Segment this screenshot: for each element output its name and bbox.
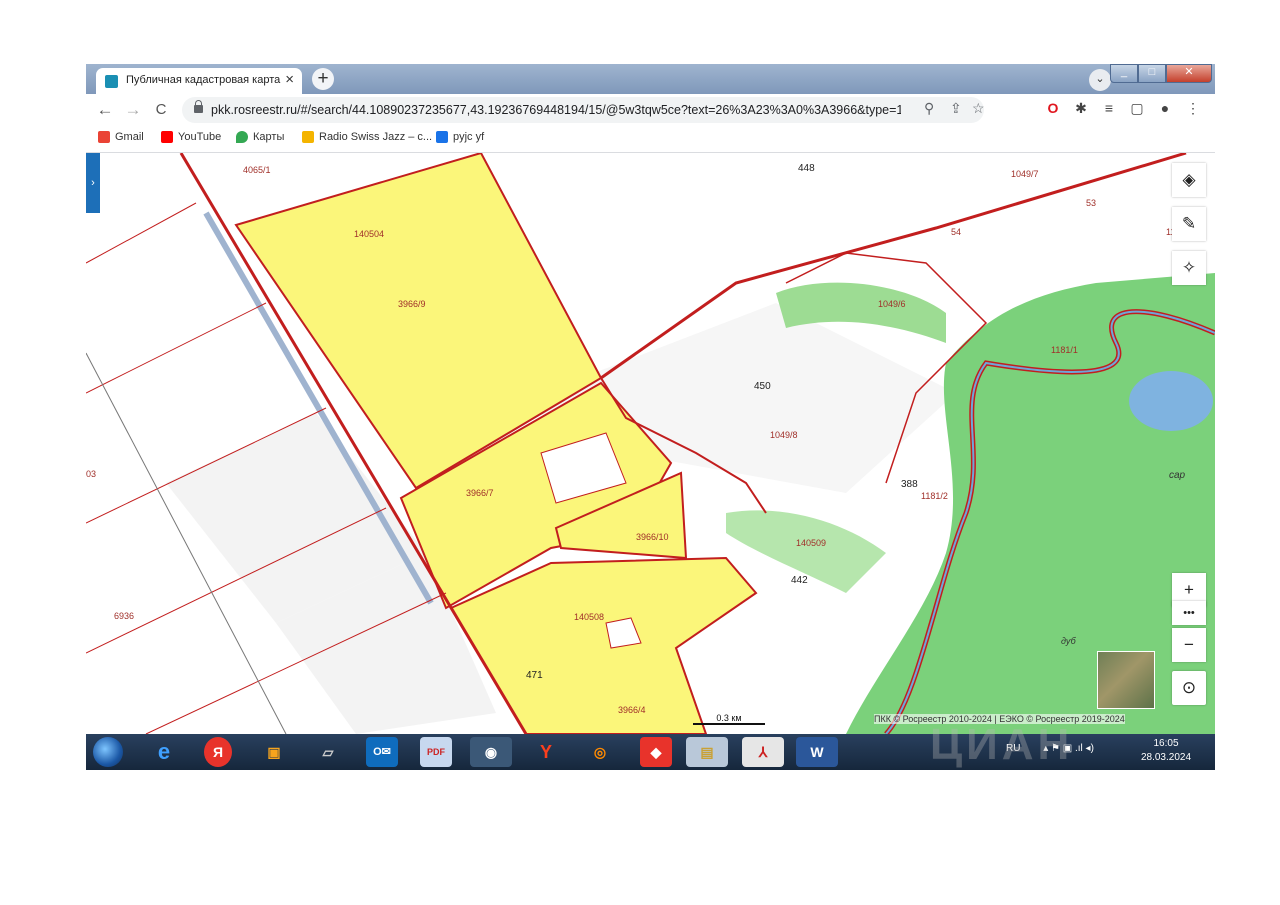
- maximize-button[interactable]: □: [1138, 64, 1166, 83]
- parcel-label: 3966/9: [398, 299, 426, 309]
- anydesk-icon[interactable]: ◆: [640, 737, 672, 767]
- parcel-label: 1181/2: [921, 491, 948, 501]
- word-icon[interactable]: W: [796, 737, 838, 767]
- tab-title: Публичная кадастровая карта: [126, 74, 281, 86]
- search-icon[interactable]: ⚲: [924, 100, 934, 117]
- parcel-label: 450: [754, 381, 771, 392]
- youtube-icon: [161, 131, 173, 143]
- side-panel-icon[interactable]: ▢: [1128, 100, 1146, 117]
- compass-icon[interactable]: ⊙: [1172, 671, 1206, 705]
- chrome-icon[interactable]: ◉: [470, 737, 512, 767]
- rosreestr-favicon-icon: [105, 75, 118, 88]
- new-tab-button[interactable]: +: [312, 68, 334, 90]
- radio-play-icon: [302, 131, 314, 143]
- parcel-label: 1049/7: [1011, 169, 1039, 179]
- pdf-viewer-icon[interactable]: PDF: [420, 737, 452, 767]
- parcel-label: 1049/8: [770, 430, 798, 440]
- outlook-icon[interactable]: O✉: [366, 737, 398, 767]
- start-button[interactable]: [93, 737, 123, 767]
- browser-toolbar: ← → C pkk.rosreestr.ru/#/search/44.10890…: [86, 94, 1215, 126]
- share-icon[interactable]: ⇪: [950, 100, 962, 117]
- tab-close-icon[interactable]: ×: [285, 71, 294, 88]
- clock-time: 16:05: [1153, 738, 1179, 749]
- map-canvas[interactable]: 4065/1 140504 3966/9 3966/7 3966/10 1405…: [86, 151, 1215, 736]
- parcel-label: 4065/1: [243, 165, 271, 175]
- lake: [1129, 371, 1213, 431]
- opera-extension-icon[interactable]: O: [1044, 100, 1062, 116]
- file-explorer-icon[interactable]: ▤: [686, 737, 728, 767]
- more-button[interactable]: •••: [1172, 601, 1206, 625]
- zoom-out-button[interactable]: −: [1172, 628, 1206, 662]
- cadastral-map[interactable]: 4065/1 140504 3966/9 3966/7 3966/10 1405…: [86, 151, 1215, 736]
- tab-search-icon[interactable]: ⌄: [1089, 69, 1111, 91]
- internet-explorer-icon[interactable]: e: [148, 737, 180, 767]
- scanner-icon[interactable]: ▱: [312, 737, 344, 767]
- yandex-icon[interactable]: Я: [204, 737, 232, 767]
- window-controls: _ □ ✕: [1110, 64, 1212, 83]
- parcel-label: 3966/10: [636, 532, 669, 542]
- url-text[interactable]: pkk.rosreestr.ru/#/search/44.10890237235…: [211, 103, 901, 117]
- tab-active[interactable]: Публичная кадастровая карта ×: [96, 68, 302, 94]
- parcel-label: 3966/7: [466, 488, 494, 498]
- parcel-label: 03: [86, 469, 96, 479]
- parcel-label: 1049/6: [878, 299, 906, 309]
- parcel-label: 442: [791, 575, 808, 586]
- address-bar[interactable]: pkk.rosreestr.ru/#/search/44.10890237235…: [182, 97, 985, 123]
- mail-icon: [436, 131, 448, 143]
- browser-window: Публичная кадастровая карта × + ⌄ _ □ ✕ …: [86, 64, 1215, 770]
- side-panel-toggle[interactable]: ›: [86, 153, 100, 213]
- extensions-puzzle-icon[interactable]: ✱: [1072, 100, 1090, 117]
- lock-icon: [194, 100, 203, 113]
- bookmark-maps[interactable]: Карты: [236, 131, 284, 143]
- parcel-label: 140508: [574, 612, 604, 622]
- tab-strip: Публичная кадастровая карта × + ⌄ _ □ ✕: [86, 64, 1215, 94]
- star-icon[interactable]: ☆: [972, 100, 985, 117]
- minimap-satellite[interactable]: [1097, 651, 1155, 709]
- minimize-button[interactable]: _: [1110, 64, 1138, 83]
- menu-kebab-icon[interactable]: ⋮: [1184, 100, 1202, 117]
- bookmarks-bar: Gmail YouTube Карты Radio Swiss Jazz – c…: [86, 126, 1215, 153]
- ruler-icon[interactable]: ✎: [1172, 207, 1206, 241]
- locate-icon[interactable]: ✧: [1172, 251, 1206, 285]
- parcel-label: 3966/4: [618, 705, 646, 715]
- layers-icon[interactable]: ◈: [1172, 163, 1206, 197]
- scale-bar: 0.3 км: [693, 713, 765, 725]
- cian-watermark: ЦИАН: [930, 720, 1074, 769]
- parcel-label: 6936: [114, 611, 134, 621]
- parcel-label: 471: [526, 670, 543, 681]
- bookmark-youtube[interactable]: YouTube: [161, 131, 221, 143]
- bookmark-radio-swiss-jazz[interactable]: Radio Swiss Jazz – c...: [302, 131, 432, 143]
- system-clock[interactable]: 16:05 28.03.2024: [1140, 737, 1192, 765]
- parcel-label: 140509: [796, 538, 826, 548]
- place-label: сар: [1169, 470, 1186, 481]
- bookmark-mail[interactable]: pyjc yf: [436, 131, 484, 143]
- parcel-label: 1181/1: [1051, 345, 1078, 355]
- parcel-label: 448: [798, 163, 815, 174]
- reload-button[interactable]: C: [150, 99, 172, 121]
- maps-pin-icon: [236, 131, 248, 143]
- media-control-icon[interactable]: ≡: [1100, 100, 1118, 116]
- media-player-icon[interactable]: ▣: [258, 737, 290, 767]
- gmail-icon: [98, 131, 110, 143]
- podcast-icon[interactable]: ◎: [584, 737, 616, 767]
- parcel-label: 140504: [354, 229, 384, 239]
- profile-avatar-icon[interactable]: ●: [1156, 100, 1174, 116]
- acrobat-icon[interactable]: ⅄: [742, 737, 784, 767]
- clock-date: 28.03.2024: [1140, 752, 1192, 763]
- parcel-label: 54: [951, 227, 961, 237]
- yandex-browser-icon[interactable]: Y: [530, 737, 562, 767]
- forward-button[interactable]: →: [122, 99, 144, 121]
- bookmark-gmail[interactable]: Gmail: [98, 131, 144, 143]
- parcel-label: 388: [901, 479, 918, 490]
- back-button[interactable]: ←: [94, 99, 116, 121]
- close-window-button[interactable]: ✕: [1166, 64, 1212, 83]
- parcel-label: 53: [1086, 198, 1096, 208]
- place-label: дуб: [1061, 636, 1077, 646]
